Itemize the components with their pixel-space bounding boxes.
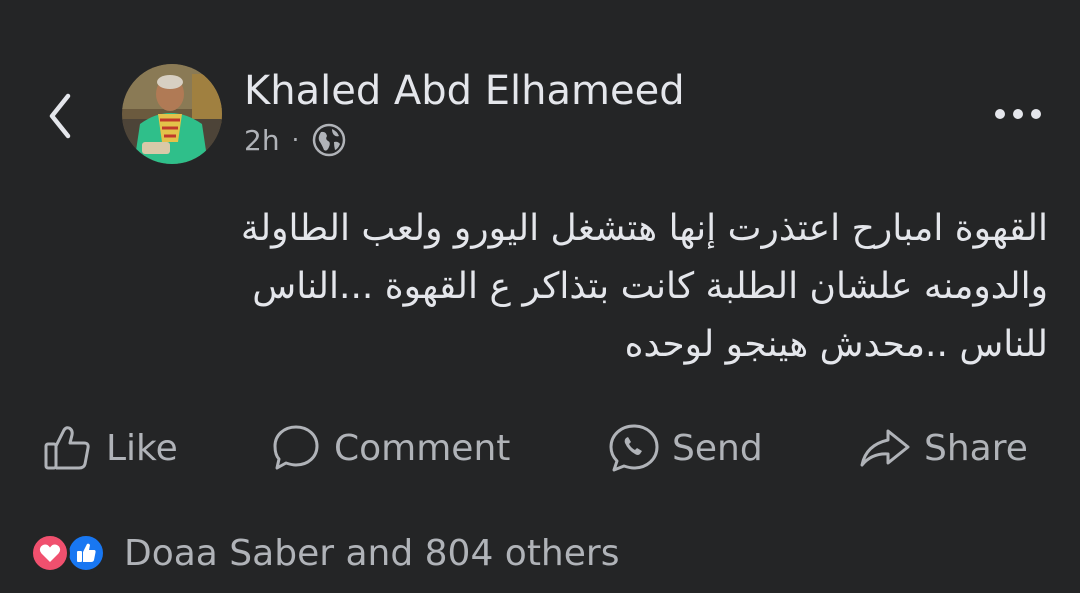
meta-separator: · — [291, 126, 300, 154]
avatar[interactable] — [122, 64, 222, 164]
like-button[interactable]: Like — [42, 418, 178, 478]
like-label: Like — [106, 427, 178, 469]
post-text-line: القهوة امبارح اعتذرت إنها هتشغل اليورو و… — [240, 208, 1048, 249]
post-text-line: للناس ..محدش هينجو لوحده — [624, 324, 1048, 365]
post-text: القهوة امبارح اعتذرت إنها هتشغل اليورو و… — [88, 200, 1048, 374]
post-text-line: والدومنه علشان الطلبة كانت بتذاكر ع القه… — [252, 266, 1048, 307]
comment-label: Comment — [334, 427, 511, 469]
back-button[interactable] — [38, 88, 82, 144]
globe-icon[interactable] — [311, 122, 347, 158]
send-label: Send — [672, 427, 763, 469]
heart-reaction-icon — [30, 533, 70, 573]
more-options-button[interactable] — [988, 92, 1048, 136]
chevron-left-icon — [49, 93, 71, 139]
avatar-photo — [122, 64, 222, 164]
thumbs-up-icon — [42, 424, 94, 472]
reactions-summary[interactable]: Doaa Saber and 804 others — [30, 528, 619, 578]
share-button[interactable]: Share — [858, 418, 1028, 478]
action-bar: Like Comment Send Share — [0, 418, 1080, 478]
more-horizontal-icon — [995, 109, 1041, 119]
reaction-icons — [30, 531, 114, 575]
share-arrow-icon — [858, 425, 912, 471]
messenger-send-icon — [608, 423, 660, 473]
post-meta: 2h · — [244, 122, 347, 158]
comment-button[interactable]: Comment — [270, 418, 510, 478]
author-name[interactable]: Khaled Abd Elhameed — [244, 68, 685, 114]
share-label: Share — [924, 427, 1028, 469]
post-timestamp[interactable]: 2h — [244, 124, 280, 157]
send-button[interactable]: Send — [608, 418, 763, 478]
reactions-summary-text: Doaa Saber and 804 others — [124, 532, 620, 574]
comment-bubble-icon — [270, 423, 322, 473]
like-reaction-icon — [66, 533, 106, 573]
